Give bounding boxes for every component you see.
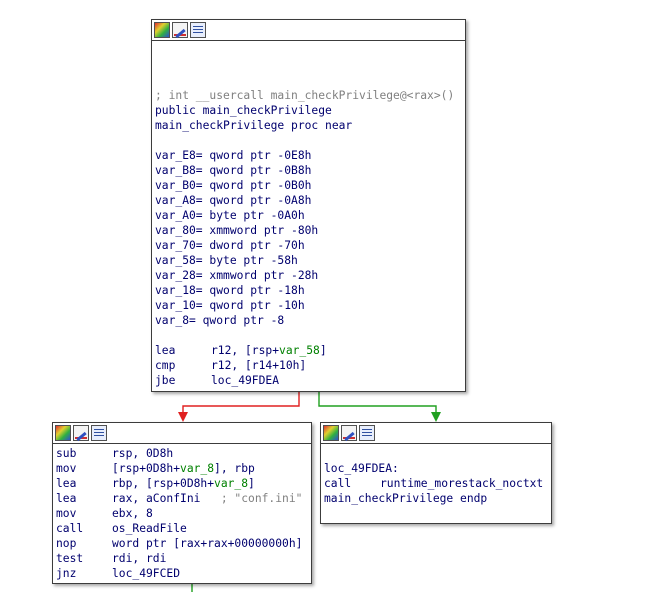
location-label: loc_49FDEA: [324, 462, 399, 475]
node-header [321, 423, 551, 444]
edit-color-icon[interactable] [341, 425, 357, 441]
instruction-line[interactable]: call os_ReadFile [56, 521, 311, 536]
public-declaration: public main_checkPrivilege [155, 104, 332, 117]
stack-var: var_8= qword ptr -8 [155, 314, 285, 327]
string-comment: ; "conf.ini" [220, 492, 303, 505]
instruction-line[interactable]: lea rbp, [rsp+0D8h+var_8] [56, 476, 311, 491]
instruction-line[interactable]: lea rax, aConfIni ; "conf.ini" [56, 491, 311, 506]
instruction-line[interactable]: call runtime_morestack_noctxt [324, 476, 551, 491]
assembly-listing-icon[interactable] [91, 425, 107, 441]
jump-target-link[interactable]: loc_49FCED [112, 567, 180, 580]
stack-var: var_80= xmmword ptr -80h [155, 224, 319, 237]
instruction-line[interactable]: test rdi, rdi [56, 551, 311, 566]
stack-var: var_E8= qword ptr -0E8h [155, 149, 312, 162]
node-header [53, 423, 311, 444]
jump-target-link[interactable]: loc_49FDEA [211, 374, 279, 387]
false-branch-arrowhead [178, 412, 188, 422]
stack-var: var_B8= qword ptr -0B8h [155, 164, 312, 177]
true-branch-edge [318, 392, 437, 416]
edit-color-icon[interactable] [73, 425, 89, 441]
stack-var: var_B0= qword ptr -0B0h [155, 179, 312, 192]
endp-declaration: main_checkPrivilege endp [324, 492, 488, 505]
function-signature-comment: ; int __usercall main_checkPrivilege@<ra… [155, 89, 455, 102]
stack-var: var_28= xmmword ptr -28h [155, 269, 319, 282]
stack-var: var_18= qword ptr -18h [155, 284, 305, 297]
instruction-line[interactable]: jbe loc_49FDEA [155, 373, 465, 388]
instruction-line[interactable]: mov [rsp+0D8h+var_8], rbp [56, 461, 311, 476]
instruction-line[interactable]: jnz loc_49FCED [56, 566, 311, 581]
stack-var: var_A0= byte ptr -0A0h [155, 209, 305, 222]
assembly-listing-icon[interactable] [359, 425, 375, 441]
assembly-listing-icon[interactable] [190, 22, 206, 38]
instruction-line[interactable]: mov ebx, 8 [56, 506, 311, 521]
call-target-link[interactable]: runtime_morestack_noctxt [380, 477, 543, 490]
main-code-block[interactable]: ; int __usercall main_checkPrivilege@<ra… [151, 19, 466, 392]
graph-overview-icon[interactable] [323, 425, 339, 441]
graph-overview-icon[interactable] [55, 425, 71, 441]
graph-overview-icon[interactable] [154, 22, 170, 38]
stack-var: var_58= byte ptr -58h [155, 254, 298, 267]
stack-var: var_10= qword ptr -10h [155, 299, 305, 312]
instruction-line[interactable]: sub rsp, 0D8h [56, 446, 311, 461]
true-branch-code-block[interactable]: loc_49FDEA: call runtime_morestack_noctxt… [320, 422, 552, 524]
stack-var: var_70= dword ptr -70h [155, 239, 305, 252]
instruction-line[interactable]: lea r12, [rsp+var_58] [155, 343, 465, 358]
instruction-line[interactable]: cmp r12, [r14+10h] [155, 358, 465, 373]
instruction-line[interactable]: nop word ptr [rax+rax+00000000h] [56, 536, 311, 551]
false-branch-code-block[interactable]: sub rsp, 0D8h mov [rsp+0D8h+var_8], rbp le… [52, 422, 312, 584]
call-target-link[interactable]: os_ReadFile [112, 522, 187, 535]
proc-declaration: main_checkPrivilege proc near [155, 119, 353, 132]
true-branch-arrowhead [431, 412, 441, 422]
node-header [152, 20, 465, 41]
stack-var: var_A8= qword ptr -0A8h [155, 194, 312, 207]
false-branch-edge [182, 392, 300, 416]
edit-color-icon[interactable] [172, 22, 188, 38]
